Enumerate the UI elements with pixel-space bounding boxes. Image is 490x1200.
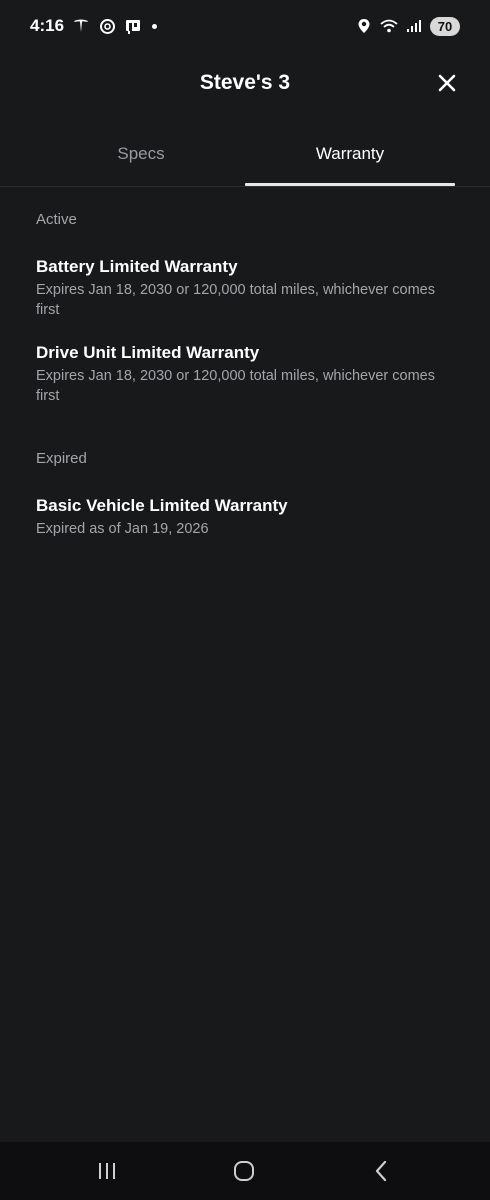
- warranty-item-drive-unit[interactable]: Drive Unit Limited Warranty Expires Jan …: [36, 342, 456, 406]
- close-button[interactable]: [434, 70, 460, 96]
- warranty-item-subtitle: Expires Jan 18, 2030 or 120,000 total mi…: [36, 282, 435, 318]
- warranty-item-title: Basic Vehicle Limited Warranty: [36, 496, 288, 515]
- tab-selected-indicator: [245, 183, 455, 186]
- tesla-icon: [72, 17, 90, 35]
- section-label-active: Active: [36, 211, 77, 228]
- recents-button[interactable]: [92, 1156, 122, 1186]
- page-title: Steve's 3: [199, 71, 291, 94]
- back-button[interactable]: [366, 1156, 396, 1186]
- wifi-icon: [380, 17, 398, 35]
- status-time: 4:16: [30, 16, 65, 35]
- header: Steve's 3: [0, 58, 490, 108]
- location-icon: [355, 17, 373, 35]
- close-icon: [438, 74, 456, 92]
- warranty-item-subtitle: Expired as of Jan 19, 2026: [36, 521, 209, 537]
- status-bar-right: 70: [355, 16, 460, 36]
- tab-bar: Specs Warranty: [0, 122, 490, 187]
- home-icon: [234, 1161, 254, 1181]
- warranty-item-battery[interactable]: Battery Limited Warranty Expires Jan 18,…: [36, 256, 456, 320]
- openai-icon: [98, 17, 116, 35]
- store-icon: [124, 17, 142, 35]
- tab-warranty[interactable]: Warranty: [245, 122, 455, 186]
- warranty-item-basic-vehicle[interactable]: Basic Vehicle Limited Warranty Expired a…: [36, 495, 456, 540]
- battery-indicator: 70: [430, 16, 460, 36]
- recents-icon: [99, 1163, 115, 1179]
- system-nav-bar: [0, 1142, 490, 1200]
- status-bar: 4:16 70: [0, 0, 490, 52]
- back-icon: [375, 1160, 387, 1182]
- signal-icon: [405, 17, 423, 35]
- status-bar-left: 4:16: [30, 16, 158, 36]
- warranty-item-title: Battery Limited Warranty: [36, 257, 238, 276]
- section-label-expired: Expired: [36, 450, 87, 467]
- home-button[interactable]: [229, 1156, 259, 1186]
- tab-specs[interactable]: Specs: [36, 122, 246, 186]
- warranty-item-subtitle: Expires Jan 18, 2030 or 120,000 total mi…: [36, 368, 435, 404]
- warranty-item-title: Drive Unit Limited Warranty: [36, 343, 260, 362]
- notification-dot-icon: [152, 23, 158, 29]
